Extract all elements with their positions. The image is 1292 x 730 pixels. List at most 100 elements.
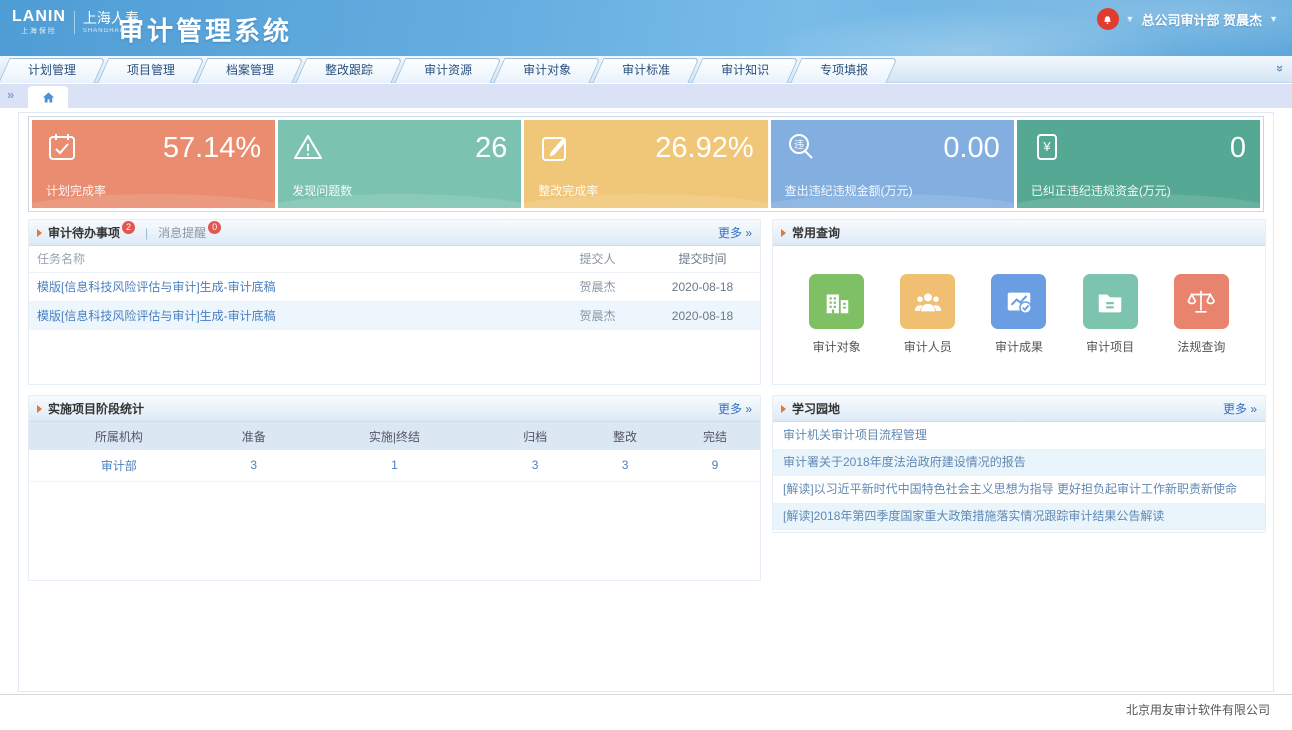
panel-arrow-icon	[781, 229, 786, 237]
quick-audit-staff[interactable]: 审计人员	[900, 274, 955, 355]
nav-tab-rectify[interactable]: 整改跟踪	[301, 58, 397, 83]
org-link[interactable]: 审计部	[101, 459, 137, 473]
todo-more-link[interactable]: 更多 »	[718, 224, 752, 241]
panel-arrow-icon	[37, 405, 42, 413]
kpi-value: 0.00	[943, 132, 999, 165]
messages-tab[interactable]: 消息提醒	[158, 224, 206, 241]
nav-tab-special[interactable]: 专项填报	[796, 58, 892, 83]
main-nav: 计划管理 项目管理 档案管理 整改跟踪 审计资源 审计对象 审计标准 审计知识 …	[0, 56, 1292, 83]
kpi-violation-amount[interactable]: 违 0.00 查出违纪违规金额(万元)	[771, 120, 1014, 208]
list-item[interactable]: [解读]2018年第四季度国家重大政策措施落实情况跟踪审计结果公告解读	[773, 503, 1265, 530]
col-complete: 完结	[670, 422, 760, 450]
table-row: 模版[信息科技风险评估与审计]生成-审计底稿 贺晨杰 2020-08-18	[29, 272, 760, 301]
quick-audit-projects[interactable]: 审计项目	[1083, 274, 1138, 355]
quick-item-label: 审计人员	[900, 338, 955, 355]
col-submit-time: 提交时间	[645, 246, 760, 272]
list-item[interactable]: 审计机关审计项目流程管理	[773, 422, 1265, 449]
quick-audit-results[interactable]: 审计成果	[991, 274, 1046, 355]
quick-query-title: 常用查询	[792, 224, 840, 241]
tab-scroll-icon[interactable]: »	[7, 87, 14, 102]
task-link[interactable]: 模版[信息科技风险评估与审计]生成-审计底稿	[37, 280, 276, 294]
open-tabs-bar: »	[0, 84, 1292, 108]
panel-arrow-icon	[37, 229, 42, 237]
calendar-check-icon	[46, 131, 78, 168]
kpi-label: 发现问题数	[292, 182, 352, 199]
rectify-count-link[interactable]: 3	[622, 458, 629, 472]
implement-count-link[interactable]: 1	[391, 458, 398, 472]
logo-text: LANIN	[12, 9, 66, 25]
archive-count-link[interactable]: 3	[532, 458, 539, 472]
kpi-value: 57.14%	[163, 132, 261, 165]
app-header: LANIN 上海保险 上海人寿 SHANGHAI LIFE 审计管理系统 ▼ 总…	[0, 0, 1292, 56]
building-icon	[809, 274, 864, 329]
chart-check-icon	[991, 274, 1046, 329]
learning-more-link[interactable]: 更多 »	[1223, 400, 1257, 417]
nav-tab-project[interactable]: 项目管理	[103, 58, 199, 83]
col-org: 所属机构	[29, 422, 209, 450]
todo-tab[interactable]: 审计待办事项	[48, 224, 120, 241]
home-icon	[41, 90, 56, 105]
kpi-value: 26.92%	[655, 132, 753, 165]
user-menu[interactable]: 总公司审计部 贺晨杰	[1141, 10, 1262, 29]
nav-tab-plan[interactable]: 计划管理	[4, 58, 100, 83]
learning-header: 学习园地 更多 »	[773, 396, 1265, 422]
kpi-label: 查出违纪违规金额(万元)	[785, 182, 913, 199]
complete-count-link[interactable]: 9	[712, 458, 719, 472]
todo-count-badge: 2	[122, 221, 135, 234]
stage-stats-panel: 实施项目阶段统计 更多 » 所属机构 准备 实施|终结 归档 整改 完结	[28, 395, 761, 581]
kpi-value: 26	[475, 132, 507, 165]
learning-list: 审计机关审计项目流程管理 审计署关于2018年度法治政府建设情况的报告 [解读]…	[773, 422, 1265, 530]
kpi-corrected-funds[interactable]: ¥ 0 已纠正违纪违规资金(万元)	[1017, 120, 1260, 208]
notification-caret-icon[interactable]: ▼	[1126, 14, 1135, 24]
nav-tab-archive[interactable]: 档案管理	[202, 58, 298, 83]
bell-icon	[1101, 13, 1114, 26]
kpi-label: 计划完成率	[46, 182, 106, 199]
messages-count-badge: 0	[208, 221, 221, 234]
stage-stats-header: 实施项目阶段统计 更多 »	[29, 396, 760, 422]
page: LANIN 上海保险 上海人寿 SHANGHAI LIFE 审计管理系统 ▼ 总…	[0, 0, 1292, 730]
svg-text:¥: ¥	[1042, 139, 1051, 154]
list-item[interactable]: 审计署关于2018年度法治政府建设情况的报告	[773, 449, 1265, 476]
col-submitter: 提交人	[550, 246, 645, 272]
stage-stats-title: 实施项目阶段统计	[48, 400, 144, 417]
notification-icon[interactable]	[1097, 8, 1119, 30]
todo-panel-header: 审计待办事项2 | 消息提醒0 更多 »	[29, 220, 760, 246]
table-row: 审计部 3 1 3 3 9	[29, 450, 760, 481]
tab-home[interactable]	[28, 86, 68, 108]
yuan-icon: ¥	[1031, 131, 1063, 168]
learning-panel: 学习园地 更多 » 审计机关审计项目流程管理 审计署关于2018年度法治政府建设…	[772, 395, 1266, 533]
kpi-rectification-rate[interactable]: 26.92% 整改完成率	[524, 120, 767, 208]
quick-audit-objects[interactable]: 审计对象	[809, 274, 864, 355]
task-time: 2020-08-18	[645, 301, 760, 330]
col-task-name: 任务名称	[29, 246, 550, 272]
learning-title: 学习园地	[792, 400, 840, 417]
quick-query-header: 常用查询	[773, 220, 1265, 246]
quick-law-search[interactable]: 法规查询	[1174, 274, 1229, 355]
nav-tab-knowledge[interactable]: 审计知识	[697, 58, 793, 83]
kpi-found-issues[interactable]: 26 发现问题数	[278, 120, 521, 208]
list-item[interactable]: [解读]以习近平新时代中国特色社会主义思想为指导 更好担负起审计工作新职责新使命	[773, 476, 1265, 503]
kpi-label: 已纠正违纪违规资金(万元)	[1031, 182, 1171, 199]
task-link[interactable]: 模版[信息科技风险评估与审计]生成-审计底稿	[37, 309, 276, 323]
col-implement: 实施|终结	[299, 422, 490, 450]
quick-item-label: 审计项目	[1083, 338, 1138, 355]
kpi-plan-completion[interactable]: 57.14% 计划完成率	[32, 120, 275, 208]
page-footer: 北京用友审计软件有限公司	[0, 694, 1292, 730]
quick-query-panel: 常用查询 审计对象	[772, 219, 1266, 385]
quick-item-label: 审计对象	[809, 338, 864, 355]
todo-panel: 审计待办事项2 | 消息提醒0 更多 » 任务名称 提交人 提交时间 模版[信息…	[28, 219, 761, 385]
edit-icon	[538, 131, 570, 168]
stage-more-link[interactable]: 更多 »	[718, 400, 752, 417]
user-caret-icon[interactable]: ▼	[1269, 14, 1278, 24]
collapse-tabs-icon[interactable]: »	[1273, 65, 1288, 72]
table-row: 模版[信息科技风险评估与审计]生成-审计底稿 贺晨杰 2020-08-18	[29, 301, 760, 330]
nav-tab-object[interactable]: 审计对象	[499, 58, 595, 83]
quick-item-label: 审计成果	[991, 338, 1046, 355]
task-time: 2020-08-18	[645, 272, 760, 301]
nav-tab-standard[interactable]: 审计标准	[598, 58, 694, 83]
todo-table: 任务名称 提交人 提交时间 模版[信息科技风险评估与审计]生成-审计底稿 贺晨杰…	[29, 246, 760, 330]
nav-tab-resource[interactable]: 审计资源	[400, 58, 496, 83]
scale-icon	[1174, 274, 1229, 329]
prepare-count-link[interactable]: 3	[250, 458, 257, 472]
stage-table: 所属机构 准备 实施|终结 归档 整改 完结 审计部 3 1 3 3	[29, 422, 760, 482]
